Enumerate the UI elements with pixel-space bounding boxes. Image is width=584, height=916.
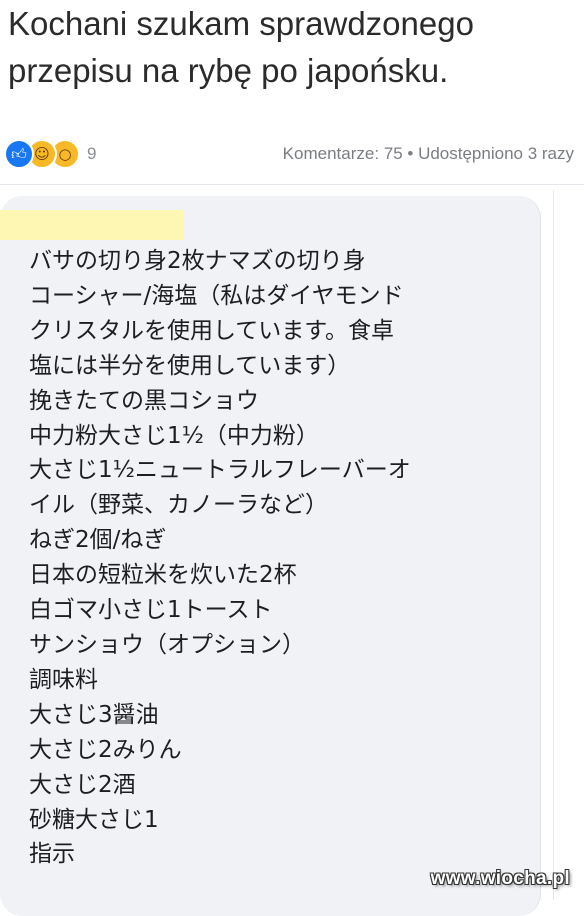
reaction-summary[interactable]: 👍︎ ☺ ○ 9 (4, 139, 96, 169)
comment-line: クリスタルを使用しています。食卓 (29, 317, 395, 344)
like-icon: 👍︎ (4, 139, 34, 169)
reaction-count[interactable]: 9 (87, 144, 96, 164)
comment-line: バサの切り身2枚ナマズの切り身 (29, 248, 366, 274)
comment-line: サンショウ（オプション） (29, 631, 305, 658)
redacted-author-name (0, 210, 183, 240)
comment-line: イル（野菜、カノーラなど） (29, 492, 328, 519)
comment-line: 大さじ1½ニュートラルフレーバーオ (29, 457, 411, 484)
post-text: Kochani szukam sprawdzonego przepisu na … (8, 0, 578, 94)
comment-line: コーシャー/海塩（私はダイヤモンド (29, 282, 404, 309)
reactions-bar: 👍︎ ☺ ○ 9 Komentarze: 75 • Udostępniono 3… (0, 128, 584, 185)
watermark-text: www.wiocha.pl (430, 868, 570, 889)
comment-line: 中力粉大さじ1½（中力粉） (29, 422, 319, 449)
comments-shares-stats[interactable]: Komentarze: 75 • Udostępniono 3 razy (283, 144, 574, 164)
comment-line: 砂糖大さじ1 (29, 806, 159, 833)
comment-line: 調味料 (29, 666, 98, 693)
comment-line: 白ゴマ小さじ1トースト (29, 597, 273, 624)
comment-line: 塩には半分を使用しています） (29, 352, 351, 379)
comment-line: 大さじ3醤油 (29, 701, 159, 728)
comment-line: 日本の短粒米を炊いた2杯 (29, 562, 297, 589)
comment-line: 大さじ2酒 (29, 771, 136, 798)
comment-line: 大さじ2みりん (29, 736, 182, 763)
comment-line: 挽きたての黒コショウ (29, 387, 259, 414)
post-text-line: Kochani szukam sprawdzonego (8, 5, 474, 42)
comment-text: バサの切り身2枚ナマズの切り身 コーシャー/海塩（私はダイヤモンド クリスタルを… (29, 244, 529, 872)
post-text-line: przepisu na rybę po japońsku. (8, 52, 449, 89)
column-divider (553, 190, 554, 900)
comment-line: ねぎ2個/ねぎ (29, 527, 167, 554)
